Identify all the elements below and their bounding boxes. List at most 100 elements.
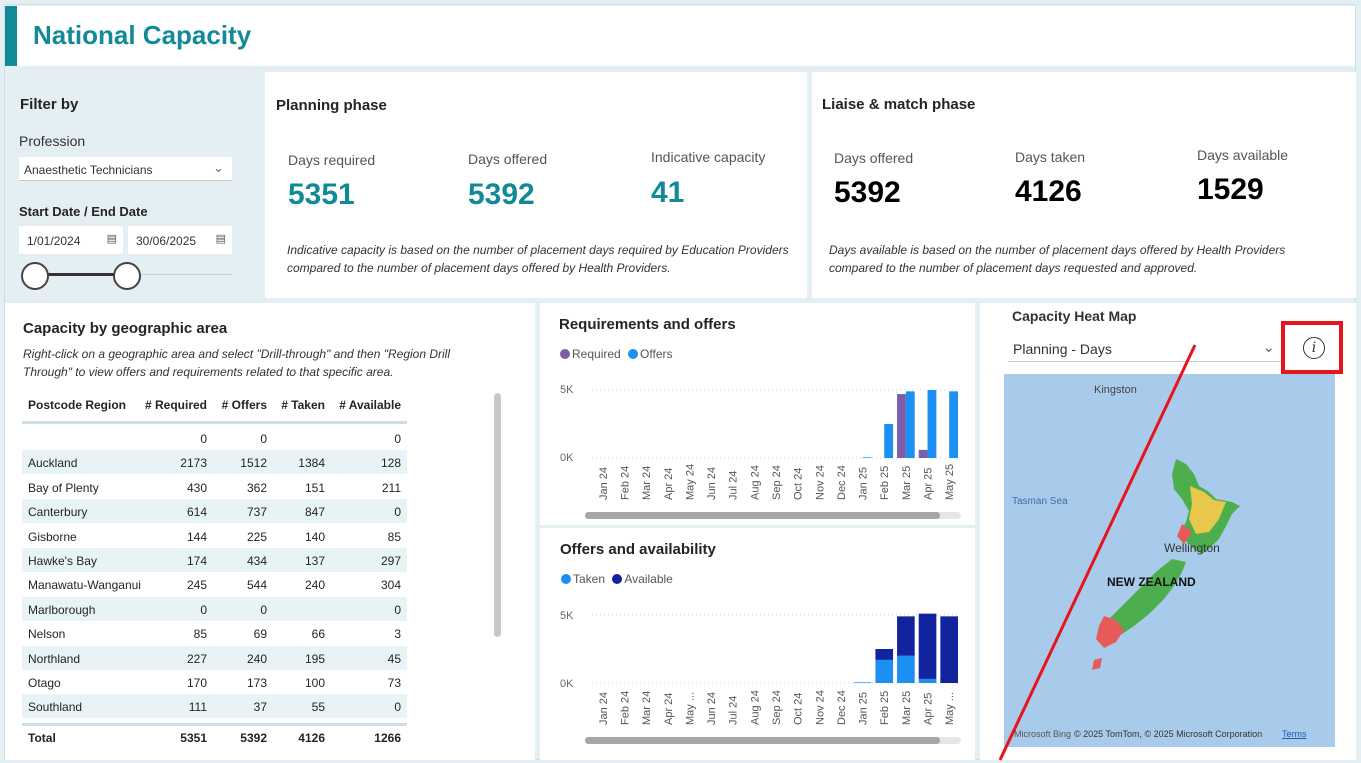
table-row[interactable]: Otago 170 173 100 73 [22, 670, 407, 694]
bar-taken[interactable] [897, 655, 915, 683]
table-cell: 45 [387, 651, 401, 666]
x-tick-label: Mar 25 [901, 466, 913, 500]
calendar-icon[interactable]: ▤ [216, 232, 226, 245]
table-row[interactable]: Southland 111 37 55 0 [22, 694, 407, 719]
table-cell: 0 [394, 505, 401, 520]
table-header-row: Postcode Region # Required # Offers # Ta… [22, 392, 407, 424]
chart-scrollbar[interactable] [585, 737, 940, 744]
table-row[interactable]: Auckland 2173 1512 1384 128 [22, 450, 407, 475]
bar-taken[interactable] [853, 682, 872, 683]
bar-available[interactable] [897, 616, 915, 656]
x-tick-label: Jan 24 [598, 692, 610, 725]
slider-end-handle[interactable] [113, 262, 141, 290]
bar-available[interactable] [918, 613, 937, 679]
table-cell: 111 [188, 700, 207, 715]
column-header[interactable]: Postcode Region [28, 398, 126, 412]
x-tick-label: Jan 24 [598, 467, 610, 500]
table-cell: 245 [186, 578, 207, 593]
table-cell: 85 [193, 627, 207, 642]
x-tick-label: Aug 24 [749, 690, 761, 725]
liaise-title: Liaise & match phase [822, 96, 976, 113]
geo-subtitle: Right-click on a geographic area and sel… [23, 347, 451, 379]
table-cell: Nelson [28, 627, 66, 642]
chevron-down-icon: ⌄ [213, 160, 224, 175]
bar-offers[interactable] [927, 390, 937, 458]
x-tick-label: Apr 24 [663, 693, 675, 725]
table-cell: Auckland [28, 456, 78, 471]
table-row[interactable]: Canterbury 614 737 847 0 [22, 499, 407, 524]
x-tick-label: Nov 24 [814, 690, 826, 725]
table-row[interactable]: Northland 227 240 195 45 [22, 645, 407, 670]
bar-available[interactable] [940, 616, 958, 683]
legend-label[interactable]: Taken [573, 572, 605, 586]
end-date-input[interactable]: 30/06/2025 ▤ [128, 226, 232, 254]
table-row[interactable]: Hawke's Bay 174 434 137 297 [22, 548, 407, 572]
liaise-note: Days available is based on the number of… [829, 243, 1286, 275]
kpi-days-available: 1529 [1197, 173, 1264, 206]
calendar-icon[interactable]: ▤ [107, 232, 117, 245]
table-cell: 1512 [240, 456, 267, 471]
bar-offers[interactable] [862, 457, 872, 458]
slider-start-handle[interactable] [21, 262, 49, 290]
table-cell: 0 [394, 602, 401, 617]
chart-scrollbar[interactable] [585, 512, 940, 519]
bar-offers[interactable] [949, 391, 958, 458]
bar-required[interactable] [897, 394, 906, 458]
table-row[interactable]: Nelson 85 69 66 3 [22, 621, 407, 645]
profession-dropdown[interactable]: Anaesthetic Technicians ⌄ [19, 157, 232, 181]
table-scrollbar[interactable] [494, 393, 501, 637]
column-header[interactable]: # Available [339, 398, 401, 412]
bar-offers[interactable] [905, 391, 915, 458]
end-date-value: 30/06/2025 [136, 234, 197, 248]
kpi-label: Indicative capacity [651, 149, 766, 165]
map-terms-link[interactable]: Terms [1282, 729, 1307, 739]
bar-offers[interactable] [884, 424, 894, 458]
bar-taken[interactable] [918, 678, 937, 683]
x-tick-label: May ... [944, 692, 956, 725]
x-tick-label: Dec 24 [836, 465, 848, 500]
column-header[interactable]: # Offers [222, 398, 267, 412]
table-cell: Hawke's Bay [28, 554, 97, 568]
planning-note: Indicative capacity is based on the numb… [287, 243, 789, 275]
table-row[interactable]: Gisborne 144 225 140 85 [22, 524, 407, 548]
bar-required[interactable] [918, 449, 928, 458]
x-tick-label: Jan 25 [858, 467, 870, 500]
bar-available[interactable] [875, 649, 894, 660]
table-cell: 544 [246, 578, 267, 593]
kpi-days-offered: 5392 [468, 178, 535, 211]
table-cell: 85 [387, 529, 401, 544]
table-row[interactable]: Manawatu-Wanganui 245 544 240 304 [22, 572, 407, 596]
legend-label[interactable]: Available [624, 572, 672, 586]
column-header[interactable]: # Required [145, 398, 207, 412]
table-cell: 211 [381, 480, 401, 495]
table-cell: 174 [186, 554, 207, 568]
legend-label[interactable]: Required [572, 347, 621, 361]
table-row[interactable]: Bay of Plenty 430 362 151 211 [22, 475, 407, 499]
table-row[interactable]: 0 0 0 [22, 426, 407, 450]
table-cell: 430 [186, 480, 207, 495]
header-bar: National Capacity [5, 6, 1355, 66]
x-tick-label: Jun 24 [706, 692, 718, 725]
table-cell: 737 [246, 505, 267, 520]
table-cell: 0 [260, 602, 267, 617]
table-cell: 0 [394, 432, 401, 446]
column-header[interactable]: # Taken [281, 398, 325, 412]
liaise-phase-card: Liaise & match phase Days offered 5392 D… [812, 72, 1356, 298]
date-label: Start Date / End Date [19, 204, 148, 219]
start-date-input[interactable]: 1/01/2024 ▤ [19, 226, 123, 254]
table-cell: 66 [311, 627, 325, 642]
x-tick-label: Sep 24 [771, 690, 783, 725]
table-cell: 0 [200, 432, 207, 446]
req-chart-title: Requirements and offers [559, 316, 736, 333]
x-tick-label: Mar 24 [641, 691, 653, 725]
info-icon[interactable]: i [1303, 337, 1325, 359]
total-cell: Total [28, 731, 56, 745]
bar-taken[interactable] [875, 659, 894, 683]
x-tick-label: Jul 24 [728, 471, 740, 500]
total-cell: 4126 [298, 731, 325, 745]
x-tick-label: Oct 24 [793, 468, 805, 500]
legend-label[interactable]: Offers [640, 347, 672, 361]
table-row[interactable]: Marlborough 0 0 0 [22, 596, 407, 621]
x-tick-label: Mar 24 [641, 466, 653, 500]
x-tick-label: Apr 25 [923, 693, 935, 725]
